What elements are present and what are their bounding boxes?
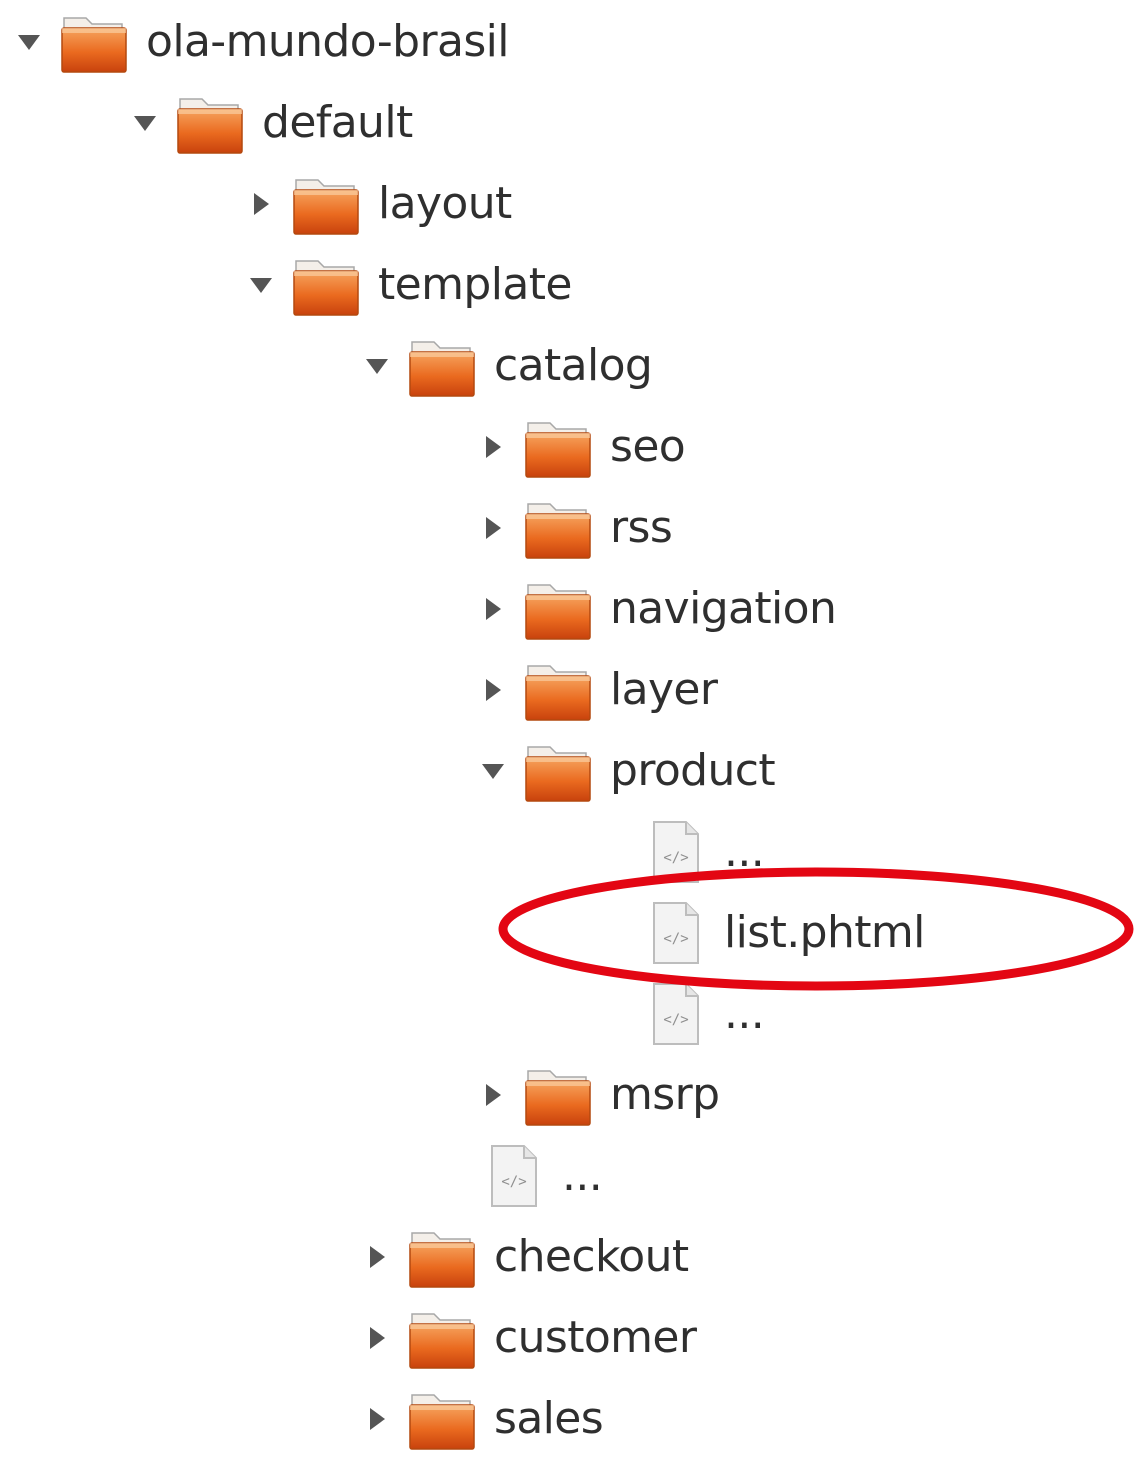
code-file-icon: </>: [650, 901, 702, 965]
folder-icon: [58, 6, 130, 78]
file-label: ...: [724, 826, 765, 877]
folder-icon: [522, 492, 594, 564]
tree-row[interactable]: layout: [246, 164, 512, 244]
tree-row[interactable]: catalog: [362, 326, 653, 406]
svg-text:</>: </>: [501, 1174, 526, 1190]
folder-label: product: [610, 745, 776, 796]
tree-row[interactable]: ola-mundo-brasil: [14, 2, 510, 82]
triangle-down-icon[interactable]: [130, 108, 160, 138]
folder-icon: [406, 1302, 478, 1374]
file-tree: ola-mundo-brasil default layout template…: [0, 0, 1138, 1470]
folder-label: checkout: [494, 1231, 689, 1282]
folder-label: msrp: [610, 1069, 720, 1120]
folder-icon: [522, 411, 594, 483]
triangle-down-icon[interactable]: [362, 351, 392, 381]
tree-row[interactable]: msrp: [478, 1055, 720, 1135]
triangle-right-icon[interactable]: [362, 1242, 392, 1272]
folder-icon: [406, 1383, 478, 1455]
tree-row[interactable]: rss: [478, 488, 673, 568]
folder-icon: [174, 87, 246, 159]
folder-icon: [406, 1221, 478, 1293]
tree-row[interactable]: navigation: [478, 569, 837, 649]
folder-icon: [406, 330, 478, 402]
triangle-right-icon[interactable]: [478, 513, 508, 543]
folder-icon: [290, 249, 362, 321]
file-label: ...: [562, 1150, 603, 1201]
triangle-right-icon[interactable]: [478, 675, 508, 705]
folder-label: rss: [610, 502, 673, 553]
folder-icon: [522, 1059, 594, 1131]
triangle-right-icon[interactable]: [362, 1404, 392, 1434]
tree-row[interactable]: </> ...: [640, 974, 765, 1054]
svg-text:</>: </>: [663, 1012, 688, 1028]
folder-label: customer: [494, 1312, 697, 1363]
folder-label: layout: [378, 178, 512, 229]
folder-label: navigation: [610, 583, 837, 634]
tree-row[interactable]: product: [478, 731, 776, 811]
triangle-right-icon[interactable]: [478, 594, 508, 624]
file-label: list.phtml: [724, 907, 925, 958]
tree-row[interactable]: </> ...: [640, 812, 765, 892]
tree-row[interactable]: seo: [478, 407, 686, 487]
triangle-down-icon[interactable]: [14, 27, 44, 57]
folder-icon: [522, 735, 594, 807]
code-file-icon: </>: [488, 1144, 540, 1208]
svg-text:</>: </>: [663, 931, 688, 947]
tree-row[interactable]: customer: [362, 1298, 697, 1378]
tree-row[interactable]: </> ...: [478, 1136, 603, 1216]
folder-label: catalog: [494, 340, 653, 391]
tree-row[interactable]: layer: [478, 650, 718, 730]
folder-icon: [522, 654, 594, 726]
code-file-icon: </>: [650, 982, 702, 1046]
folder-label: default: [262, 97, 413, 148]
folder-icon: [522, 573, 594, 645]
triangle-right-icon[interactable]: [362, 1323, 392, 1353]
folder-label: layer: [610, 664, 718, 715]
folder-label: sales: [494, 1393, 604, 1444]
triangle-right-icon[interactable]: [478, 432, 508, 462]
code-file-icon: </>: [650, 820, 702, 884]
triangle-down-icon[interactable]: [246, 270, 276, 300]
triangle-right-icon[interactable]: [478, 1080, 508, 1110]
folder-label: seo: [610, 421, 686, 472]
file-label: ...: [724, 988, 765, 1039]
folder-icon: [290, 168, 362, 240]
tree-row[interactable]: template: [246, 245, 572, 325]
tree-row[interactable]: sales: [362, 1379, 604, 1459]
tree-row-highlighted[interactable]: </> list.phtml: [640, 893, 925, 973]
tree-row[interactable]: default: [130, 83, 413, 163]
folder-label: template: [378, 259, 572, 310]
tree-row[interactable]: checkout: [362, 1217, 689, 1297]
folder-label: ola-mundo-brasil: [146, 16, 510, 67]
triangle-down-icon[interactable]: [478, 756, 508, 786]
svg-text:</>: </>: [663, 850, 688, 866]
triangle-right-icon[interactable]: [246, 189, 276, 219]
